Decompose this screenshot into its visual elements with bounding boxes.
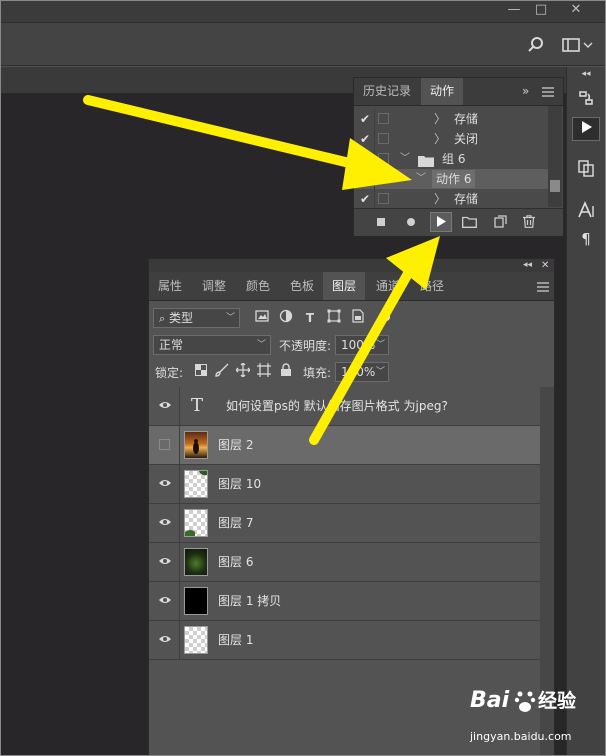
watermark-brand: Bai <box>470 688 510 713</box>
annotation-arrows <box>83 95 440 445</box>
arrow-to-play-button <box>309 236 440 445</box>
arrow-to-actions-row <box>83 95 412 190</box>
paw-icon <box>514 688 536 714</box>
watermark: Bai 经验 jingyan.baidu.com <box>470 686 600 752</box>
watermark-url: jingyan.baidu.com <box>470 730 572 743</box>
watermark-brand-suffix: 经验 <box>538 690 577 712</box>
